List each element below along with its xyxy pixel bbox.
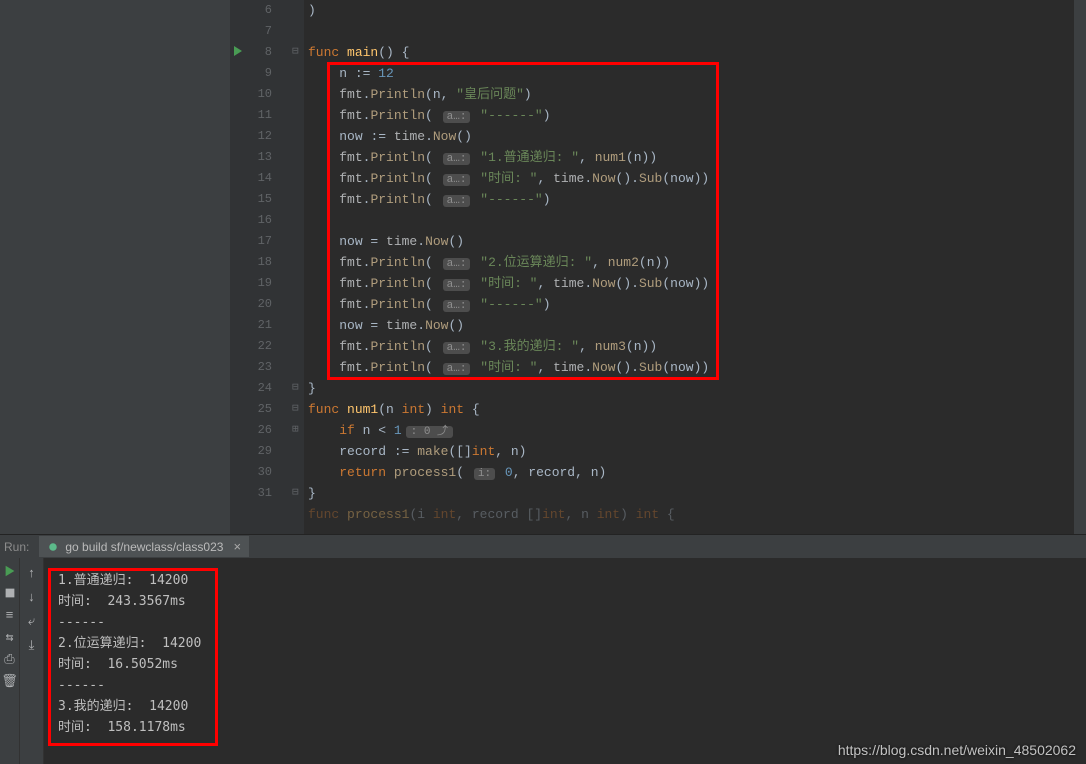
code-line[interactable]: fmt.Println( a…: "3.我的递归: ", num3(n)): [304, 336, 1086, 357]
run-tab-bar: Run: go build sf/newclass/class023 ×: [0, 534, 1086, 558]
run-label: Run:: [4, 540, 29, 554]
code-line[interactable]: now = time.Now(): [304, 315, 1086, 336]
fold-toggle[interactable]: ⊟: [292, 378, 299, 399]
rerun-icon[interactable]: [3, 564, 17, 578]
fold-toggle[interactable]: ⊟: [292, 42, 299, 63]
down-icon[interactable]: ↓: [25, 590, 39, 604]
code-line[interactable]: }: [304, 483, 1086, 504]
code-line[interactable]: func main() {: [304, 42, 1086, 63]
run-tab-label: go build sf/newclass/class023: [65, 540, 223, 554]
line-number[interactable]: 22: [230, 336, 290, 357]
line-number[interactable]: 6: [230, 0, 290, 21]
wrap-icon[interactable]: ⤶: [25, 614, 39, 628]
code-line[interactable]: fmt.Println( a…: "时间: ", time.Now().Sub(…: [304, 168, 1086, 189]
watermark: https://blog.csdn.net/weixin_48502062: [838, 742, 1076, 758]
run-gutter-icon[interactable]: [234, 46, 242, 56]
print-icon[interactable]: ⎙: [3, 652, 17, 666]
scroll-icon[interactable]: ⤓: [25, 638, 39, 652]
line-number[interactable]: 31: [230, 483, 290, 504]
line-number[interactable]: 16: [230, 210, 290, 231]
code-line[interactable]: fmt.Println( a…: "2.位运算递归: ", num2(n)): [304, 252, 1086, 273]
up-icon[interactable]: ↑: [25, 566, 39, 580]
param-hint: a…:: [443, 195, 471, 207]
close-icon[interactable]: ×: [233, 539, 241, 554]
param-hint: a…:: [443, 258, 471, 270]
code-line[interactable]: func process1(i int, record []int, n int…: [304, 504, 1086, 525]
code-line[interactable]: if n < 1: 0 ⤴: [304, 420, 1086, 441]
code-line[interactable]: fmt.Println( a…: "------"): [304, 105, 1086, 126]
code-editor[interactable]: 6789101112131415161718192021222324252629…: [0, 0, 1086, 534]
code-line[interactable]: func num1(n int) int {: [304, 399, 1086, 420]
code-line[interactable]: [304, 210, 1086, 231]
line-number-gutter[interactable]: 6789101112131415161718192021222324252629…: [230, 0, 290, 534]
code-line[interactable]: fmt.Println(n, "皇后问题"): [304, 84, 1086, 105]
line-number[interactable]: 23: [230, 357, 290, 378]
line-number[interactable]: 30: [230, 462, 290, 483]
fold-toggle[interactable]: ⊟: [292, 399, 299, 420]
filter-icon[interactable]: ⇆: [3, 630, 17, 644]
run-toolbar-inner: ↑ ↓ ⤶ ⤓: [20, 558, 44, 764]
line-number[interactable]: 20: [230, 294, 290, 315]
code-line[interactable]: fmt.Println( a…: "时间: ", time.Now().Sub(…: [304, 273, 1086, 294]
param-hint: a…:: [443, 153, 471, 165]
code-line[interactable]: return process1( i: 0, record, n): [304, 462, 1086, 483]
code-line[interactable]: ): [304, 0, 1086, 21]
editor-left-pad: [0, 0, 230, 534]
line-number[interactable]: 7: [230, 21, 290, 42]
param-hint: a…:: [443, 111, 471, 123]
fold-toggle[interactable]: ⊟: [292, 483, 299, 504]
fold-column[interactable]: ⊟⊟⊟⊞⊟: [290, 0, 304, 534]
line-number[interactable]: 13: [230, 147, 290, 168]
code-line[interactable]: fmt.Println( a…: "时间: ", time.Now().Sub(…: [304, 357, 1086, 378]
layout-icon[interactable]: ≡: [3, 608, 17, 622]
vertical-scrollbar[interactable]: [1074, 0, 1086, 534]
code-line[interactable]: now := time.Now(): [304, 126, 1086, 147]
line-number[interactable]: 11: [230, 105, 290, 126]
code-line[interactable]: }: [304, 378, 1086, 399]
line-number[interactable]: 18: [230, 252, 290, 273]
run-toolbar-left: ≡ ⇆ ⎙ 🗑: [0, 558, 20, 764]
line-number[interactable]: 17: [230, 231, 290, 252]
code-line[interactable]: record := make([]int, n): [304, 441, 1086, 462]
line-number[interactable]: 25: [230, 399, 290, 420]
param-hint: i:: [474, 468, 495, 480]
line-number[interactable]: 15: [230, 189, 290, 210]
code-content[interactable]: ) func main() { n := 12 fmt.Println(n, "皇…: [304, 0, 1086, 534]
line-number[interactable]: 12: [230, 126, 290, 147]
line-number[interactable]: 10: [230, 84, 290, 105]
line-number[interactable]: 26: [230, 420, 290, 441]
fold-toggle[interactable]: ⊞: [292, 420, 299, 441]
code-line[interactable]: [304, 21, 1086, 42]
run-config-tab[interactable]: go build sf/newclass/class023 ×: [39, 536, 249, 557]
param-hint: a…:: [443, 279, 471, 291]
stop-icon[interactable]: [3, 586, 17, 600]
param-hint: a…:: [443, 363, 471, 375]
delete-icon[interactable]: 🗑: [3, 674, 17, 688]
code-line[interactable]: now = time.Now(): [304, 231, 1086, 252]
run-panel: ≡ ⇆ ⎙ 🗑 ↑ ↓ ⤶ ⤓ 1.普通递归: 14200 时间: 243.35…: [0, 558, 1086, 764]
line-number[interactable]: 8: [230, 42, 290, 63]
line-number[interactable]: 19: [230, 273, 290, 294]
param-hint: a…:: [443, 174, 471, 186]
param-hint: a…:: [443, 342, 471, 354]
bug-icon: [47, 541, 59, 553]
code-line[interactable]: fmt.Println( a…: "------"): [304, 294, 1086, 315]
console-output[interactable]: 1.普通递归: 14200 时间: 243.3567ms ------ 2.位运…: [44, 558, 1086, 764]
code-line[interactable]: fmt.Println( a…: "1.普通递归: ", num1(n)): [304, 147, 1086, 168]
param-hint: a…:: [443, 300, 471, 312]
line-number[interactable]: [230, 504, 290, 525]
inlay-hint: : 0 ⤴: [406, 426, 453, 438]
line-number[interactable]: 21: [230, 315, 290, 336]
code-line[interactable]: fmt.Println( a…: "------"): [304, 189, 1086, 210]
line-number[interactable]: 14: [230, 168, 290, 189]
code-line[interactable]: n := 12: [304, 63, 1086, 84]
line-number[interactable]: 24: [230, 378, 290, 399]
line-number[interactable]: 9: [230, 63, 290, 84]
line-number[interactable]: 29: [230, 441, 290, 462]
